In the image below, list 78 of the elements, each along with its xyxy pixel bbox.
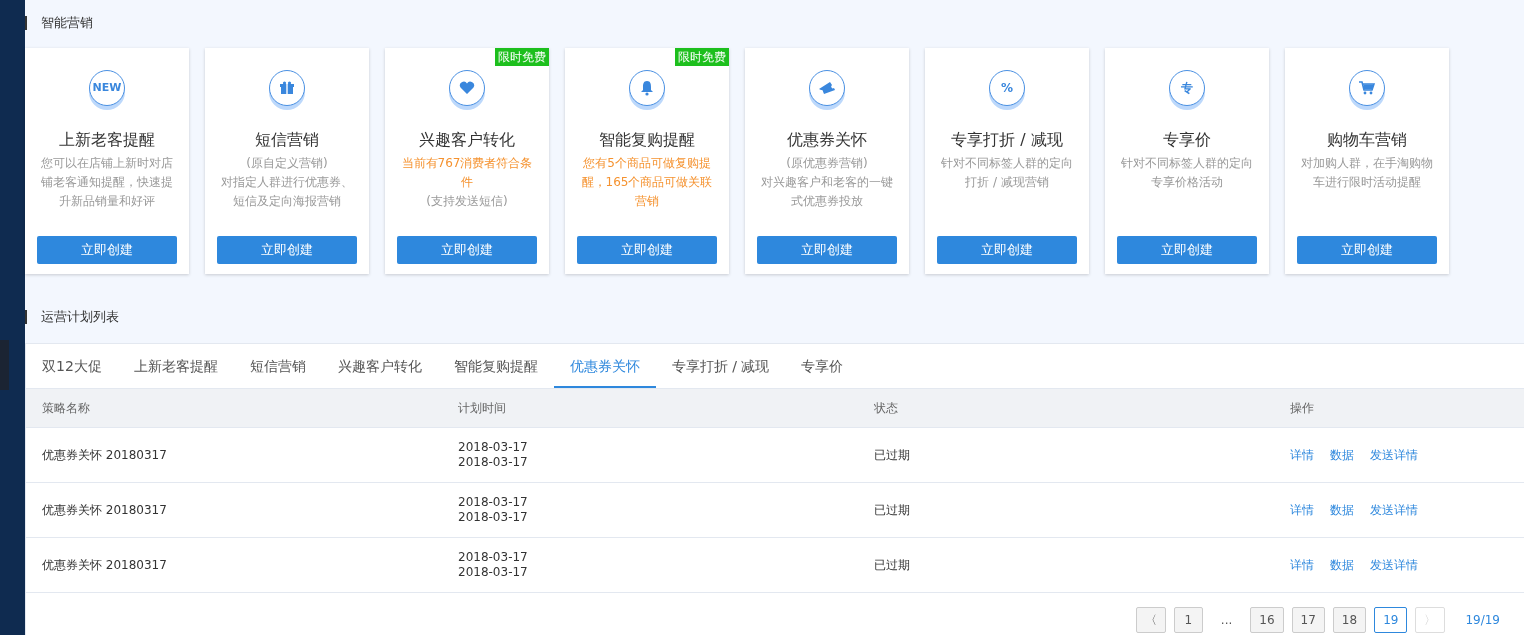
action-link[interactable]: 详情 — [1290, 448, 1314, 462]
plan-tab[interactable]: 双12大促 — [26, 344, 118, 388]
plan-name: 优惠券关怀 20180317 — [42, 558, 167, 572]
create-button[interactable]: 立即创建 — [1117, 236, 1257, 264]
card-description: 您有5个商品可做复购提醒，165个商品可做关联营销 — [580, 155, 714, 210]
bell-icon — [629, 70, 665, 106]
create-button[interactable]: 立即创建 — [577, 236, 717, 264]
create-button[interactable]: 立即创建 — [1297, 236, 1437, 264]
start-date: 2018-03-17 — [458, 495, 528, 510]
action-link[interactable]: 详情 — [1290, 503, 1314, 517]
card-title: 兴趣客户转化 — [418, 129, 516, 151]
card-description: 对加购人群，在手淘购物车进行限时活动提醒 — [1300, 155, 1434, 191]
page-button[interactable]: 18 — [1332, 607, 1367, 633]
percent-icon: % — [989, 70, 1025, 106]
create-button[interactable]: 立即创建 — [937, 236, 1077, 264]
create-button[interactable]: 立即创建 — [217, 236, 357, 264]
plan-tab[interactable]: 上新老客提醒 — [117, 344, 234, 388]
column-header: 状态 — [874, 401, 898, 415]
previous-page-button[interactable]: 〈 — [1135, 607, 1166, 633]
end-date: 2018-03-17 — [458, 565, 528, 580]
status-text: 已过期 — [874, 503, 910, 517]
create-button[interactable]: 立即创建 — [397, 236, 537, 264]
plan-tab[interactable]: 专享价 — [785, 344, 860, 388]
action-link[interactable]: 发送详情 — [1370, 448, 1418, 462]
start-date: 2018-03-17 — [458, 440, 528, 455]
section-title: 运营计划列表 — [25, 310, 119, 324]
plan-tab[interactable]: 智能复购提醒 — [437, 344, 554, 388]
ticket-icon — [809, 70, 845, 106]
card-note: (支持发送短信) — [425, 193, 509, 210]
page-button[interactable]: 1 — [1173, 607, 1203, 633]
new-icon: NEW — [89, 70, 125, 106]
action-link[interactable]: 数据 — [1330, 503, 1354, 517]
plan-tab[interactable]: 专享打折 / 减现 — [655, 344, 786, 388]
plan-tab[interactable]: 兴趣客户转化 — [321, 344, 438, 388]
card-description: (原自定义营销) — [245, 155, 329, 172]
card-title: 智能复购提醒 — [598, 129, 696, 151]
section-title: 智能营销 — [25, 16, 93, 30]
action-link[interactable]: 数据 — [1330, 448, 1354, 462]
plan-name: 优惠券关怀 20180317 — [42, 448, 167, 462]
plan-tab[interactable]: 短信营销 — [233, 344, 322, 388]
gift-icon — [269, 70, 305, 106]
start-date: 2018-03-17 — [458, 550, 528, 565]
card-description: 针对不同标签人群的定向专享价格活动 — [1120, 155, 1254, 191]
end-date: 2018-03-17 — [458, 510, 528, 525]
action-link[interactable]: 详情 — [1290, 558, 1314, 572]
card-description: 当前有767消费者符合条件 — [400, 155, 534, 191]
card-description: (原优惠券营销) — [785, 155, 869, 172]
free-badge: 限时免费 — [675, 48, 729, 66]
action-link[interactable]: 发送详情 — [1370, 503, 1418, 517]
column-header: 计划时间 — [458, 401, 506, 415]
card-title: 专享价 — [1162, 129, 1212, 151]
page-button[interactable]: 19 — [1374, 607, 1408, 633]
card-title: 专享打折 / 减现 — [950, 129, 1064, 151]
page-button[interactable]: 17 — [1291, 607, 1325, 633]
card-title: 短信营销 — [254, 129, 320, 151]
card-title: 优惠券关怀 — [786, 129, 868, 151]
cart-icon — [1349, 70, 1385, 106]
page-summary: 19/19 — [1465, 612, 1500, 629]
character-icon: 专 — [1169, 70, 1205, 106]
end-date: 2018-03-17 — [458, 455, 528, 470]
card-title: 上新老客提醒 — [58, 129, 156, 151]
action-link[interactable]: 发送详情 — [1370, 558, 1418, 572]
column-header: 策略名称 — [42, 401, 90, 415]
create-button[interactable]: 立即创建 — [37, 236, 177, 264]
pagination-ellipsis: ... — [1219, 612, 1234, 629]
free-badge: 限时免费 — [495, 48, 549, 66]
card-description: 您可以在店铺上新时对店铺老客通知提醒，快速提升新品销量和好评 — [40, 155, 174, 210]
card-note: 对兴趣客户和老客的一键式优惠券投放 — [760, 174, 894, 210]
card-title: 购物车营销 — [1326, 129, 1408, 151]
status-text: 已过期 — [874, 448, 910, 462]
action-link[interactable]: 数据 — [1330, 558, 1354, 572]
plan-name: 优惠券关怀 20180317 — [42, 503, 167, 517]
column-header: 操作 — [1290, 401, 1314, 415]
status-text: 已过期 — [874, 558, 910, 572]
page-button[interactable]: 16 — [1250, 607, 1284, 633]
create-button[interactable]: 立即创建 — [757, 236, 897, 264]
card-note: 对指定人群进行优惠券、短信及定向海报营销 — [220, 174, 354, 210]
card-description: 针对不同标签人群的定向打折 / 减现营销 — [940, 155, 1074, 191]
